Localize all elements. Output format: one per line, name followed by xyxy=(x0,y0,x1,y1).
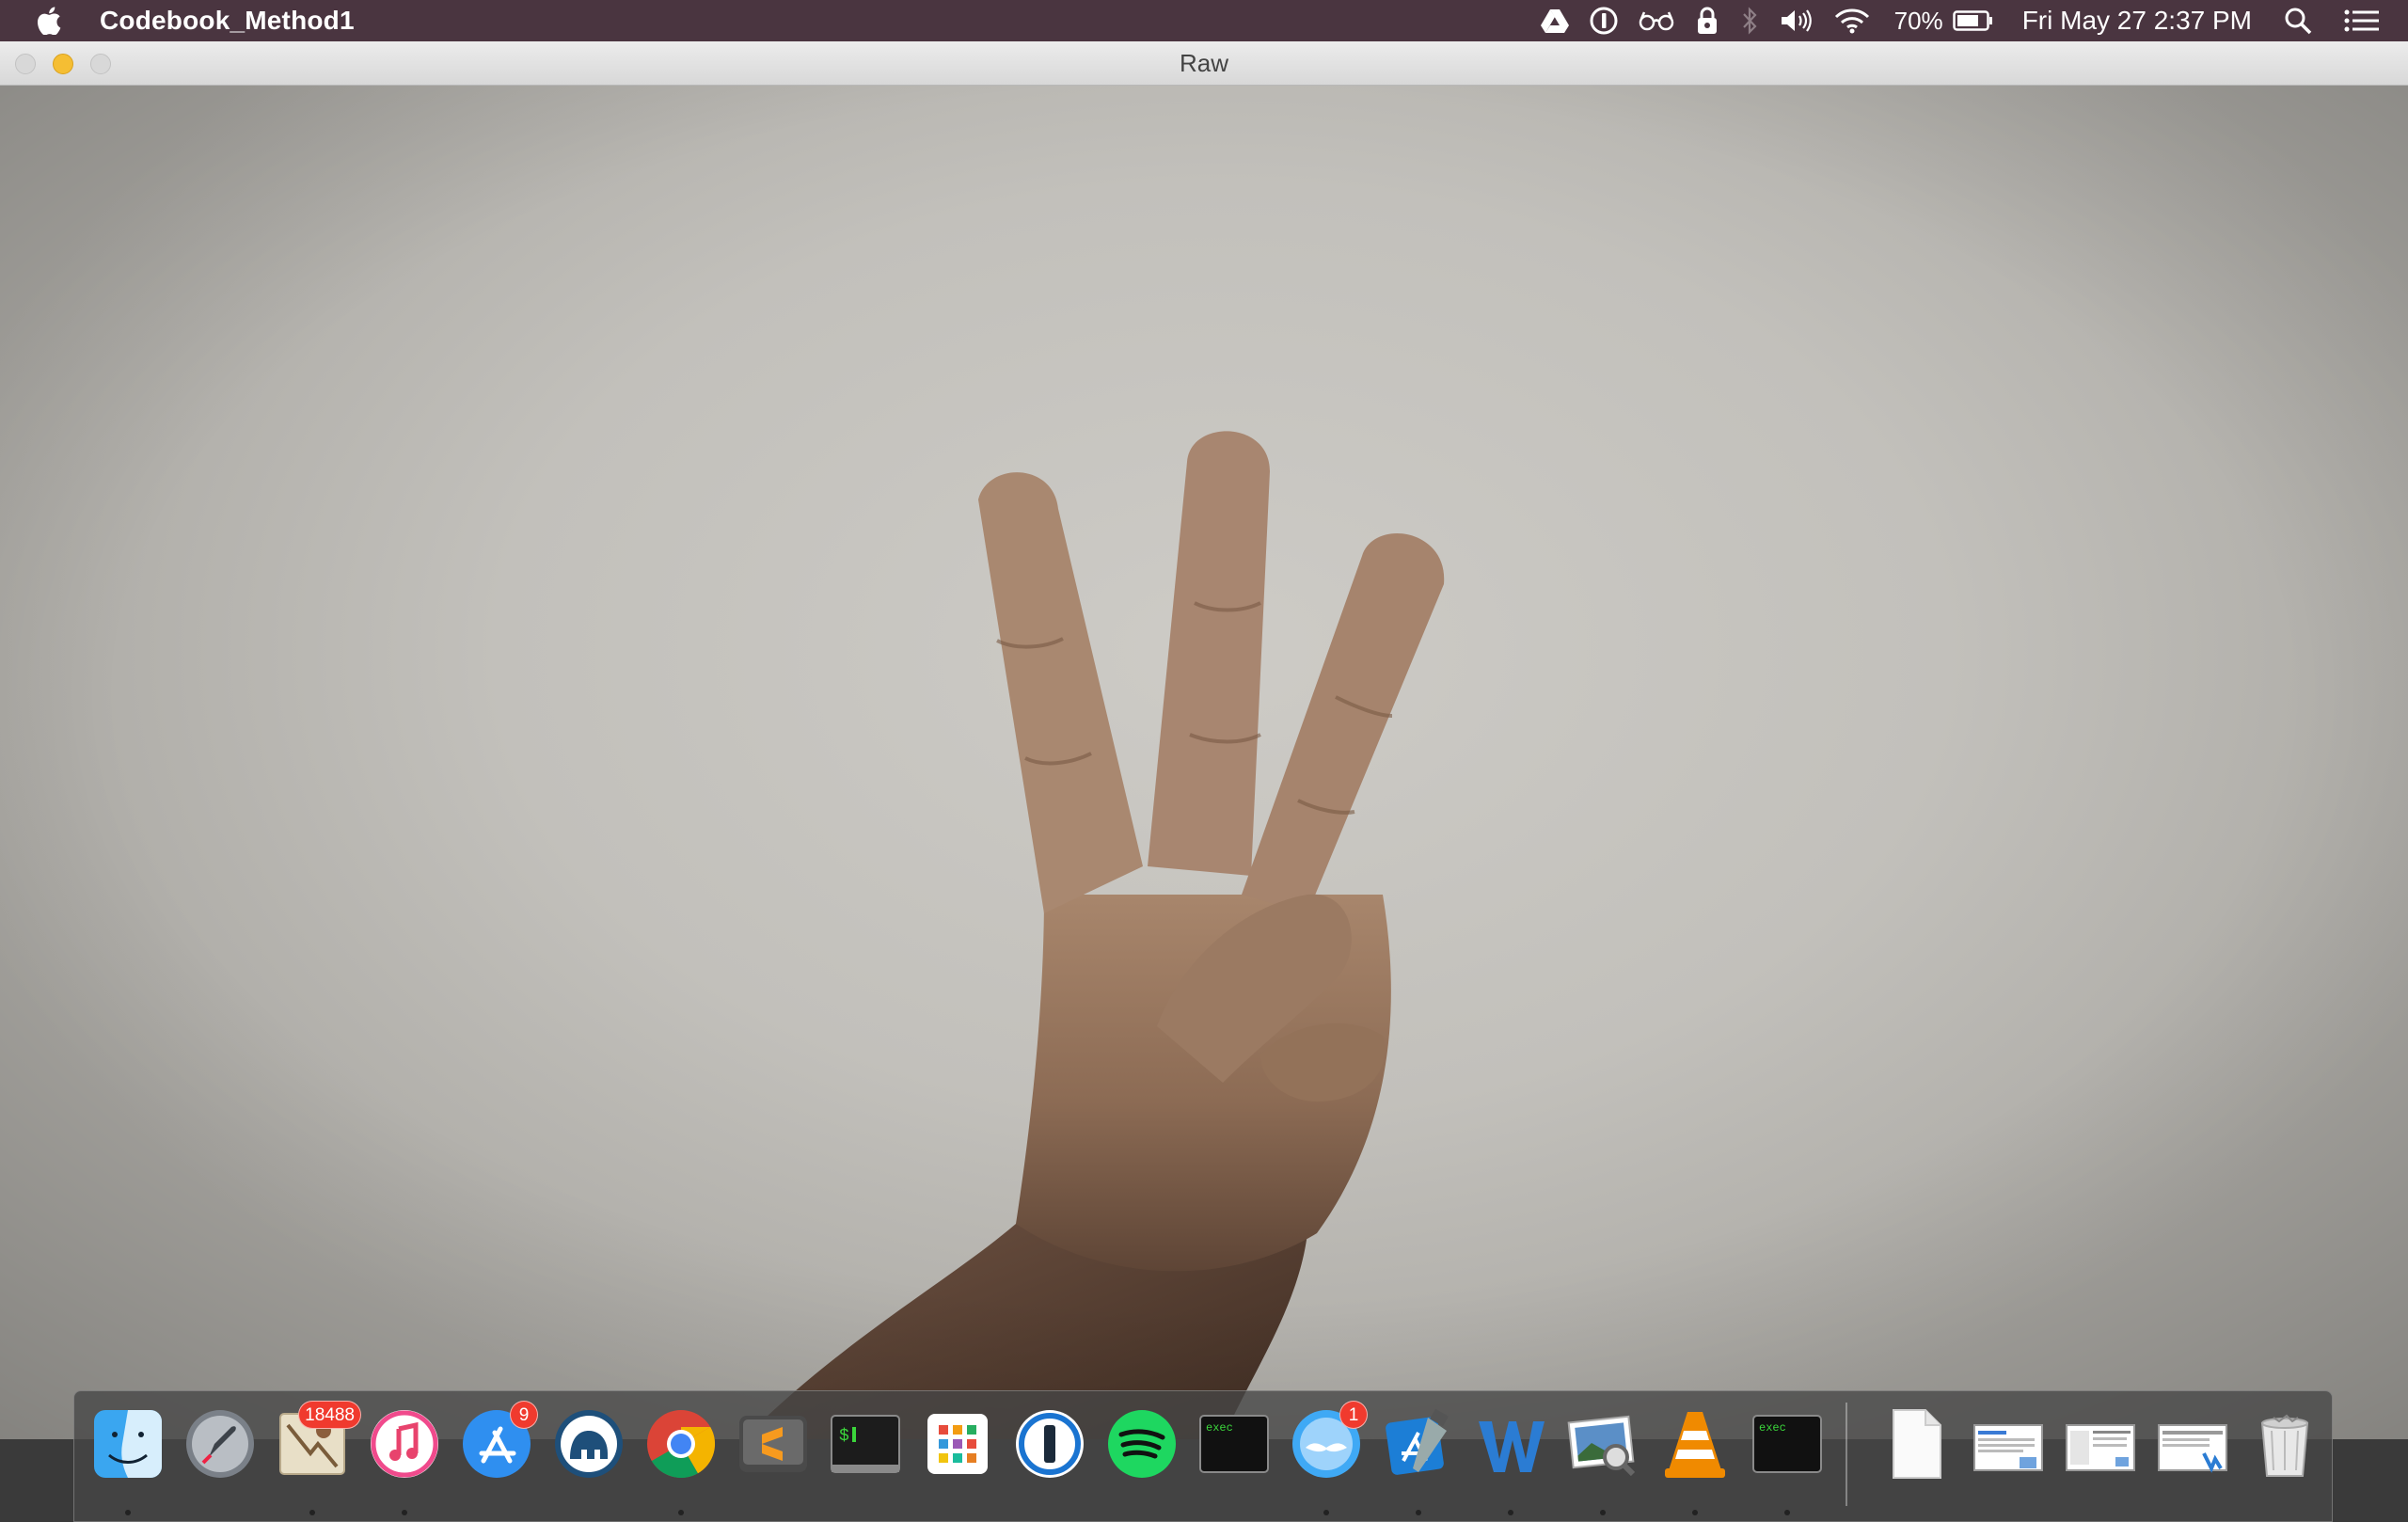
trash-icon[interactable] xyxy=(2247,1406,2322,1482)
1password-icon[interactable] xyxy=(1012,1406,1087,1482)
hand-image xyxy=(0,86,2408,1439)
screenshot-icon[interactable] xyxy=(1971,1406,2046,1482)
apple-menu-icon[interactable] xyxy=(38,5,66,37)
screenshot-icon[interactable] xyxy=(2155,1406,2230,1482)
word-icon[interactable] xyxy=(1473,1406,1548,1515)
svg-text:exec: exec xyxy=(1759,1421,1786,1435)
wifi-icon[interactable] xyxy=(1834,0,1870,41)
vlc-icon[interactable] xyxy=(1657,1406,1733,1515)
sync-lock-icon[interactable] xyxy=(1695,0,1719,41)
glasses-icon[interactable] xyxy=(1639,0,1674,41)
exec-icon[interactable]: exec xyxy=(1196,1406,1272,1482)
preview-icon[interactable] xyxy=(1565,1406,1640,1515)
window-titlebar[interactable]: Raw xyxy=(0,41,2408,86)
battery-icon[interactable] xyxy=(1952,0,1994,41)
svg-text:$: $ xyxy=(839,1427,849,1446)
itunes-icon[interactable] xyxy=(367,1406,442,1515)
menu-clock[interactable]: Fri May 27 2:37 PM xyxy=(2022,0,2252,41)
tweetbot-badge: 1 xyxy=(1339,1401,1368,1429)
app-store-icon[interactable]: 9 xyxy=(459,1401,538,1482)
1password-icon[interactable] xyxy=(1590,0,1618,41)
tweetbot-icon[interactable]: 1 xyxy=(1289,1401,1368,1515)
menu-bar: Codebook_Method1 70% Fri May 27 2:37 PM xyxy=(0,0,2408,41)
screenshot-icon[interactable] xyxy=(2063,1406,2138,1482)
active-app-name[interactable]: Codebook_Method1 xyxy=(100,6,355,36)
chrome-icon[interactable] xyxy=(643,1406,719,1515)
document-icon[interactable] xyxy=(1878,1406,1954,1482)
dock-separator xyxy=(1846,1403,1847,1506)
sublime-icon[interactable] xyxy=(736,1406,811,1482)
elephant-icon[interactable] xyxy=(551,1406,626,1482)
volume-icon[interactable] xyxy=(1780,0,1814,41)
terminal-icon[interactable]: $ xyxy=(828,1406,903,1482)
mail-icon[interactable]: 18488 xyxy=(275,1401,361,1515)
raw-window: Raw xyxy=(0,41,2408,1439)
bluetooth-icon[interactable] xyxy=(1740,0,1759,41)
camera-frame xyxy=(0,86,2408,1439)
spotify-icon[interactable] xyxy=(1104,1406,1180,1482)
google-drive-icon[interactable] xyxy=(1540,0,1569,41)
svg-text:exec: exec xyxy=(1206,1421,1233,1435)
launchpad-icon[interactable] xyxy=(182,1406,258,1482)
battery-percentage[interactable]: 70% xyxy=(1894,0,1943,41)
grid-icon[interactable] xyxy=(920,1406,995,1482)
xcode-icon[interactable] xyxy=(1381,1406,1456,1515)
app-store-badge: 9 xyxy=(510,1401,538,1429)
dock: 18488 9 $ exec 1 exec xyxy=(73,1390,2333,1522)
finder-icon[interactable] xyxy=(90,1406,166,1515)
exec-icon[interactable]: exec xyxy=(1750,1406,1825,1515)
spotlight-icon[interactable] xyxy=(2284,0,2312,41)
window-title: Raw xyxy=(1179,49,1228,77)
notification-center-icon[interactable] xyxy=(2344,0,2380,41)
mail-badge: 18488 xyxy=(298,1401,361,1429)
